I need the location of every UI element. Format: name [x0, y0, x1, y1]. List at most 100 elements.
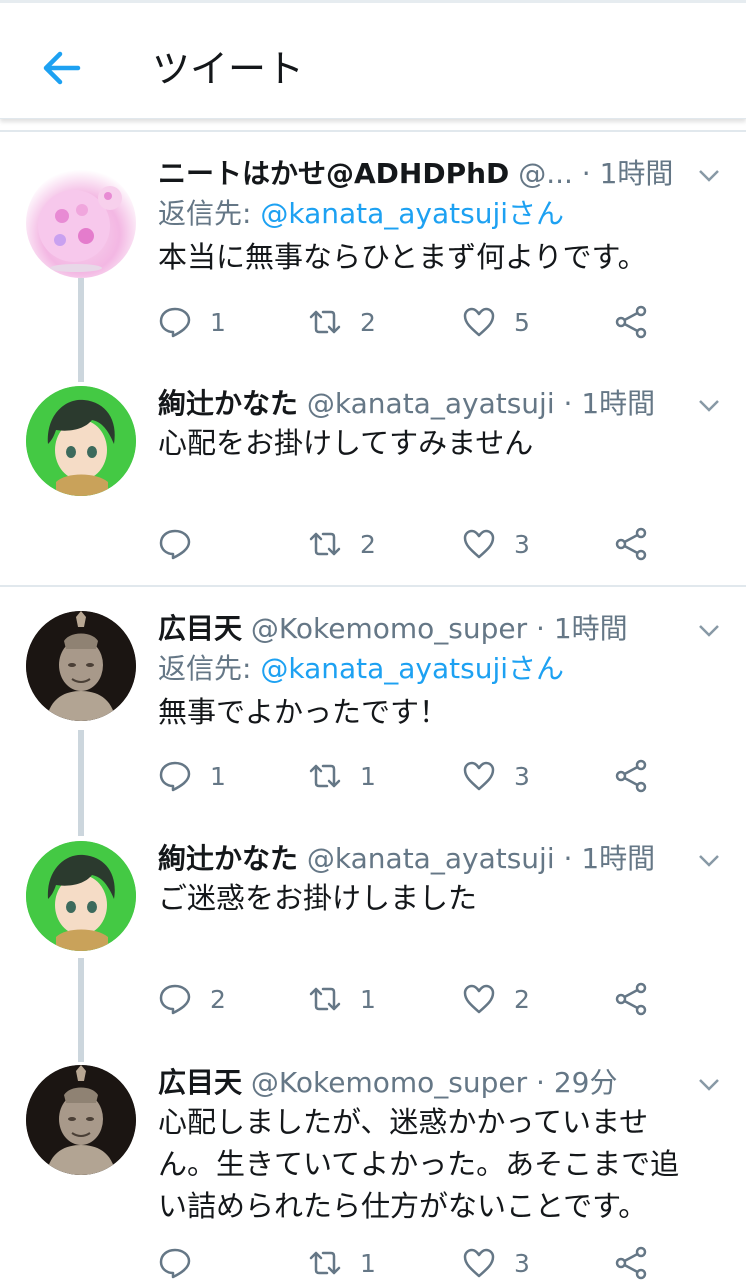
heart-icon: [463, 529, 495, 559]
reply-icon: [159, 984, 191, 1015]
retweet-icon: [309, 532, 341, 556]
author-handle[interactable]: @...: [518, 157, 573, 190]
reply-count: 1: [210, 761, 226, 791]
tweet-text: ご迷惑をお掛けしました: [158, 881, 478, 915]
share-button[interactable]: [614, 524, 648, 564]
share-icon: [615, 305, 647, 339]
reply-count: 2: [210, 984, 226, 1014]
retweet-count: 1: [360, 1248, 376, 1278]
chevron-down-icon[interactable]: [696, 162, 722, 188]
retweet-icon: [309, 987, 341, 1011]
thread-line: [78, 958, 84, 1062]
share-button[interactable]: [614, 302, 648, 342]
retweet-button[interactable]: 2: [308, 524, 376, 564]
heart-icon: [463, 984, 495, 1014]
like-button[interactable]: 3: [462, 524, 530, 564]
reply-context: 返信先: @kanata_ayatsujiさん: [158, 647, 718, 691]
thread-line: [78, 278, 84, 382]
author-name[interactable]: ニートはかせ@ADHDPhD: [158, 157, 509, 190]
tweet-header: 絢辻かなた @kanata_ayatsuji · 1時間: [158, 386, 718, 422]
reply-icon: [159, 529, 191, 560]
reply-button[interactable]: [158, 524, 210, 564]
thread-line: [78, 730, 84, 836]
retweet-count: 2: [360, 307, 376, 337]
retweet-button[interactable]: 1: [308, 979, 376, 1019]
heart-icon: [463, 1248, 495, 1278]
retweet-icon: [309, 310, 341, 334]
retweet-button[interactable]: 1: [308, 1243, 376, 1283]
divider: [0, 585, 746, 587]
tweet-actions: 1 1 3: [158, 756, 658, 796]
retweet-count: 2: [360, 529, 376, 559]
page-title: ツイート: [152, 47, 305, 91]
author-name[interactable]: 広目天: [158, 612, 242, 645]
chevron-down-icon[interactable]: [696, 847, 722, 873]
share-button[interactable]: [614, 979, 648, 1019]
reply-mention[interactable]: @kanata_ayatsujiさん: [260, 652, 564, 685]
tweet-header: 広目天 @Kokemomo_super · 29分: [158, 1065, 718, 1101]
like-button[interactable]: 2: [462, 979, 530, 1019]
heart-icon: [463, 761, 495, 791]
reply-mention[interactable]: @kanata_ayatsujiさん: [260, 197, 564, 230]
tweet-actions: 2 1 2: [158, 979, 658, 1019]
anime-character-image: [26, 841, 136, 951]
reply-icon: [159, 1248, 191, 1279]
tweet-text: 心配しましたが、迷惑かかっていません。生きていてよかった。あそこまで追い詰められ…: [158, 1105, 680, 1223]
tweet-actions: 1 2 5: [158, 302, 658, 342]
tweet-header: 絢辻かなた @kanata_ayatsuji · 1時間: [158, 841, 718, 877]
separator-dot: ·: [554, 387, 582, 420]
timestamp[interactable]: 1時間: [554, 612, 628, 645]
avatar[interactable]: [26, 1065, 136, 1175]
share-icon: [615, 759, 647, 793]
avatar[interactable]: [26, 168, 136, 278]
heart-icon: [463, 307, 495, 337]
avatar[interactable]: [26, 611, 136, 721]
share-icon: [615, 1246, 647, 1280]
share-button[interactable]: [614, 1243, 648, 1283]
timestamp[interactable]: 29分: [554, 1066, 618, 1099]
author-name[interactable]: 絢辻かなた: [158, 387, 298, 420]
share-button[interactable]: [614, 756, 648, 796]
timestamp[interactable]: 1時間: [581, 387, 655, 420]
author-handle[interactable]: @Kokemomo_super: [251, 1066, 527, 1099]
timestamp[interactable]: 1時間: [581, 842, 655, 875]
avatar[interactable]: [26, 841, 136, 951]
retweet-button[interactable]: 1: [308, 756, 376, 796]
reply-prefix: 返信先:: [158, 197, 261, 230]
like-button[interactable]: 3: [462, 756, 530, 796]
like-count: 3: [514, 761, 530, 791]
share-icon: [615, 982, 647, 1016]
retweet-count: 1: [360, 984, 376, 1014]
divider: [0, 130, 746, 132]
tweet-actions: 1 3: [158, 1243, 658, 1283]
reply-button[interactable]: 1: [158, 756, 226, 796]
reply-button[interactable]: 1: [158, 302, 226, 342]
author-name[interactable]: 絢辻かなた: [158, 842, 298, 875]
reply-icon: [159, 307, 191, 338]
chevron-down-icon[interactable]: [696, 617, 722, 643]
retweet-icon: [309, 1251, 341, 1275]
timestamp[interactable]: 1時間: [600, 157, 674, 190]
author-handle[interactable]: @kanata_ayatsuji: [307, 387, 555, 420]
reply-button[interactable]: 2: [158, 979, 226, 1019]
tweet-actions: 2 3: [158, 524, 658, 564]
like-button[interactable]: 3: [462, 1243, 530, 1283]
statue-image: [26, 1065, 136, 1175]
avatar[interactable]: [26, 386, 136, 496]
like-count: 5: [514, 307, 530, 337]
back-button[interactable]: [38, 44, 86, 92]
chevron-down-icon[interactable]: [696, 1071, 722, 1097]
tweet-text: 本当に無事ならひとまず何よりです。: [158, 240, 647, 274]
status-divider: [0, 0, 746, 3]
like-count: 2: [514, 984, 530, 1014]
like-button[interactable]: 5: [462, 302, 530, 342]
author-name[interactable]: 広目天: [158, 1066, 242, 1099]
tweet-text: 無事でよかったです！: [158, 695, 449, 729]
author-handle[interactable]: @Kokemomo_super: [251, 612, 527, 645]
like-count: 3: [514, 1248, 530, 1278]
author-handle[interactable]: @kanata_ayatsuji: [307, 842, 555, 875]
share-icon: [615, 527, 647, 561]
retweet-button[interactable]: 2: [308, 302, 376, 342]
reply-button[interactable]: [158, 1243, 210, 1283]
chevron-down-icon[interactable]: [696, 392, 722, 418]
